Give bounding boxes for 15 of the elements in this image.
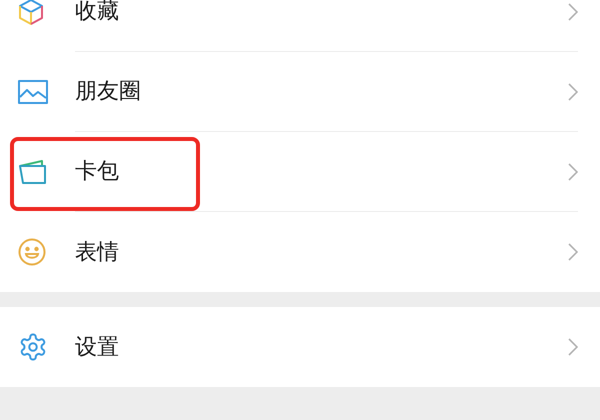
settings-icon [18, 332, 48, 362]
chevron-icon [568, 243, 578, 261]
menu-item-label[interactable]: 收藏 [75, 0, 119, 28]
menu-item-label[interactable]: 卡包 [75, 155, 119, 188]
menu-item-label[interactable]: 表情 [75, 236, 119, 268]
picture-icon [18, 80, 48, 104]
menu-item-label[interactable]: 设置 [75, 330, 119, 364]
chevron-icon [568, 338, 578, 356]
card-icon [18, 159, 48, 185]
menu-item-label[interactable]: 朋友圈 [75, 75, 141, 108]
chevron-icon [568, 2, 578, 20]
smiley-icon [18, 238, 46, 266]
cube-icon [18, 0, 44, 26]
chevron-icon [568, 162, 578, 180]
chevron-icon [568, 82, 578, 100]
